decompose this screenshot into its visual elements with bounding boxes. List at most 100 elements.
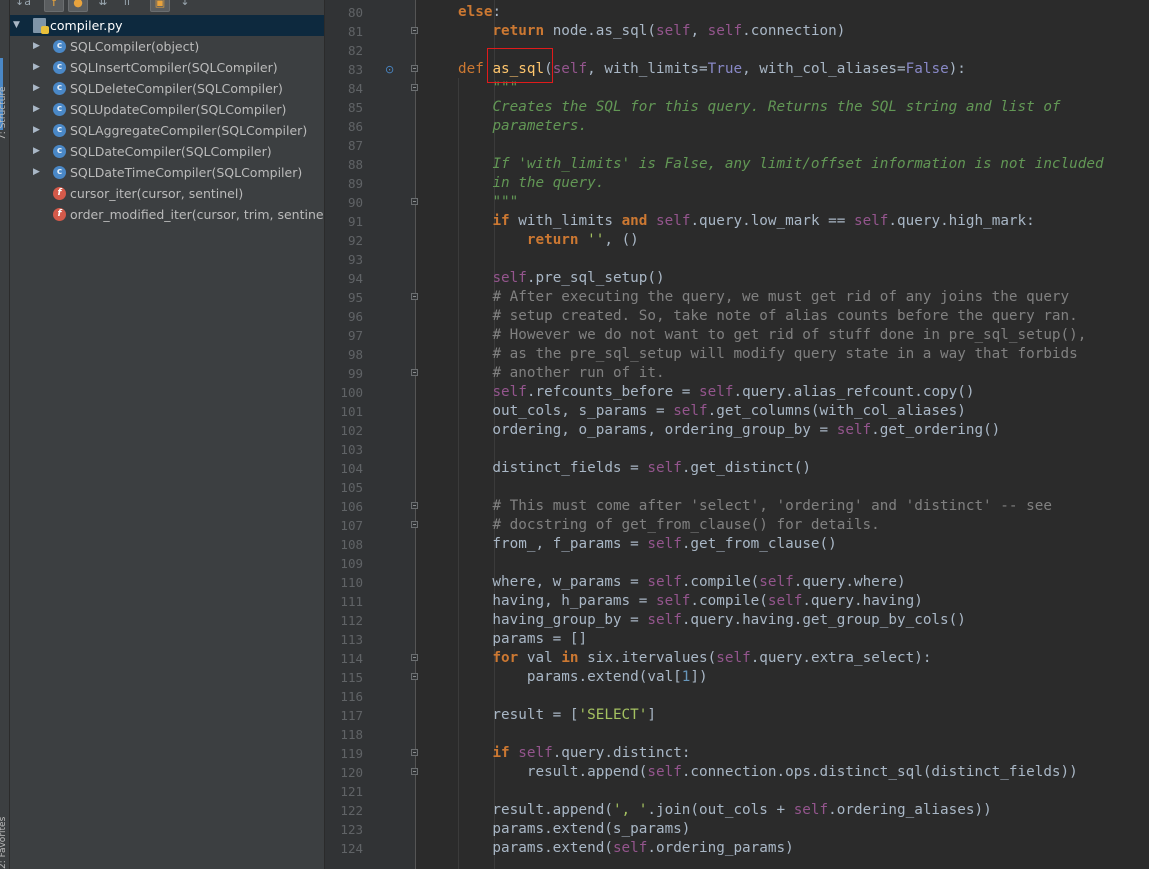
code-text: distinct_fields = self.get_distinct(): [458, 460, 811, 476]
line-number: 83: [347, 62, 363, 77]
code-line: 95 # After executing the query, we must …: [325, 288, 1149, 307]
code-line: 82: [325, 41, 1149, 60]
tree-file-row[interactable]: ▼ compiler.py: [10, 15, 324, 36]
class-icon: c: [53, 103, 66, 116]
expand-arrow-icon[interactable]: ▶: [33, 120, 40, 141]
fold-marker-icon[interactable]: [411, 293, 418, 300]
override-gutter-icon[interactable]: ⊙: [385, 63, 394, 76]
favorites-tool-tab[interactable]: 2: Favorites: [0, 790, 10, 869]
show-inherited-icon[interactable]: ●: [68, 0, 88, 12]
code-text: having_group_by = self.query.having.get_…: [458, 612, 966, 628]
fold-marker-icon[interactable]: [411, 521, 418, 528]
tree-class-item[interactable]: ▶ c SQLInsertCompiler(SQLCompiler): [10, 57, 324, 78]
code-line: 118: [325, 725, 1149, 744]
fold-marker-icon[interactable]: [411, 198, 418, 205]
line-number: 84: [347, 81, 363, 96]
fold-marker-icon[interactable]: [411, 369, 418, 376]
autoscroll-icon[interactable]: ▣: [150, 0, 170, 12]
code-text: # as the pre_sql_setup will modify query…: [492, 346, 1078, 362]
code-line: 89 in the query.: [325, 174, 1149, 193]
code-line: 91 if with_limits and self.query.low_mar…: [325, 212, 1149, 231]
code-text: ordering, o_params, ordering_group_by = …: [458, 422, 1001, 438]
line-number: 93: [347, 252, 363, 267]
line-number: 98: [347, 347, 363, 362]
expand-all-icon[interactable]: ⇊: [94, 0, 112, 10]
tree-file-label: compiler.py: [50, 18, 123, 33]
tree-item-label: SQLUpdateCompiler(SQLCompiler): [70, 102, 287, 117]
line-number: 87: [347, 138, 363, 153]
line-number: 82: [347, 43, 363, 58]
show-fields-icon[interactable]: f: [44, 0, 64, 12]
line-number: 91: [347, 214, 363, 229]
tree-function-item[interactable]: f cursor_iter(cursor, sentinel): [10, 183, 324, 204]
code-text: return '', (): [526, 232, 639, 248]
structure-tool-tab[interactable]: 7: Structure: [0, 0, 10, 141]
line-number: 101: [340, 404, 363, 419]
expand-arrow-icon[interactable]: ▶: [33, 162, 40, 183]
code-line: 116: [325, 687, 1149, 706]
line-number: 122: [340, 803, 363, 818]
code-line: 102 ordering, o_params, ordering_group_b…: [325, 421, 1149, 440]
function-icon: f: [53, 208, 66, 221]
code-line: 84 """: [325, 79, 1149, 98]
structure-tree: ▼ compiler.py ▶ c SQLCompiler(object) ▶ c SQL…: [10, 15, 324, 225]
expand-arrow-icon[interactable]: ▶: [33, 141, 40, 162]
code-text: params.extend(s_params): [458, 821, 691, 837]
sort-alpha-icon[interactable]: ↓a: [14, 0, 32, 10]
tree-item-label: SQLDateTimeCompiler(SQLCompiler): [70, 165, 303, 180]
code-text: result.append(self.connection.ops.distin…: [458, 764, 1078, 780]
code-line: 106 # This must come after 'select', 'or…: [325, 497, 1149, 516]
fold-marker-icon[interactable]: [411, 749, 418, 756]
fold-marker-icon[interactable]: [411, 768, 418, 775]
code-text: parameters.: [492, 118, 588, 134]
line-number: 94: [347, 271, 363, 286]
collapse-all-icon[interactable]: ⇈: [118, 0, 136, 10]
code-line: 117 result = ['SELECT']: [325, 706, 1149, 725]
code-text: self.pre_sql_setup(): [492, 270, 665, 286]
code-line: 98 # as the pre_sql_setup will modify qu…: [325, 345, 1149, 364]
code-line: 112 having_group_by = self.query.having.…: [325, 611, 1149, 630]
fold-marker-icon[interactable]: [411, 65, 418, 72]
fold-marker-icon[interactable]: [411, 84, 418, 91]
line-number: 112: [340, 613, 363, 628]
line-number: 99: [347, 366, 363, 381]
tree-class-item[interactable]: ▶ c SQLDateTimeCompiler(SQLCompiler): [10, 162, 324, 183]
sort-down-icon[interactable]: ↓: [176, 0, 194, 10]
line-number: 121: [340, 784, 363, 799]
line-number: 109: [340, 556, 363, 571]
tree-item-label: cursor_iter(cursor, sentinel): [70, 186, 244, 201]
code-line: 86 parameters.: [325, 117, 1149, 136]
tree-item-label: SQLDeleteCompiler(SQLCompiler): [70, 81, 283, 96]
expand-arrow-icon[interactable]: ▶: [33, 99, 40, 120]
code-line: 109: [325, 554, 1149, 573]
line-number: 104: [340, 461, 363, 476]
code-text: # another run of it.: [492, 365, 665, 381]
code-text: Creates the SQL for this query. Returns …: [492, 99, 1061, 115]
collapse-arrow-icon[interactable]: ▼: [13, 15, 20, 36]
code-line: 97 # However we do not want to get rid o…: [325, 326, 1149, 345]
tree-function-item[interactable]: f order_modified_iter(cursor, trim, senti…: [10, 204, 324, 225]
function-icon: f: [53, 187, 66, 200]
fold-marker-icon[interactable]: [411, 27, 418, 34]
code-line: 123 params.extend(s_params): [325, 820, 1149, 839]
code-editor[interactable]: 80 else: 81 return node.as_sql(self, self.…: [325, 0, 1149, 869]
code-text: # However we do not want to get rid of s…: [492, 327, 1087, 343]
tree-class-item[interactable]: ▶ c SQLUpdateCompiler(SQLCompiler): [10, 99, 324, 120]
expand-arrow-icon[interactable]: ▶: [33, 57, 40, 78]
code-line: 92 return '', (): [325, 231, 1149, 250]
code-text: # docstring of get_from_clause() for det…: [492, 517, 880, 533]
code-line: 105: [325, 478, 1149, 497]
line-number: 113: [340, 632, 363, 647]
fold-marker-icon[interactable]: [411, 673, 418, 680]
tree-class-item[interactable]: ▶ c SQLAggregateCompiler(SQLCompiler): [10, 120, 324, 141]
fold-marker-icon[interactable]: [411, 654, 418, 661]
code-line: 115 params.extend(val[1]): [325, 668, 1149, 687]
expand-arrow-icon[interactable]: ▶: [33, 78, 40, 99]
tree-class-item[interactable]: ▶ c SQLCompiler(object): [10, 36, 324, 57]
line-number: 118: [340, 727, 363, 742]
code-text: If 'with_limits' is False, any limit/off…: [492, 156, 1104, 172]
tree-class-item[interactable]: ▶ c SQLDeleteCompiler(SQLCompiler): [10, 78, 324, 99]
tree-class-item[interactable]: ▶ c SQLDateCompiler(SQLCompiler): [10, 141, 324, 162]
expand-arrow-icon[interactable]: ▶: [33, 36, 40, 57]
fold-marker-icon[interactable]: [411, 502, 418, 509]
